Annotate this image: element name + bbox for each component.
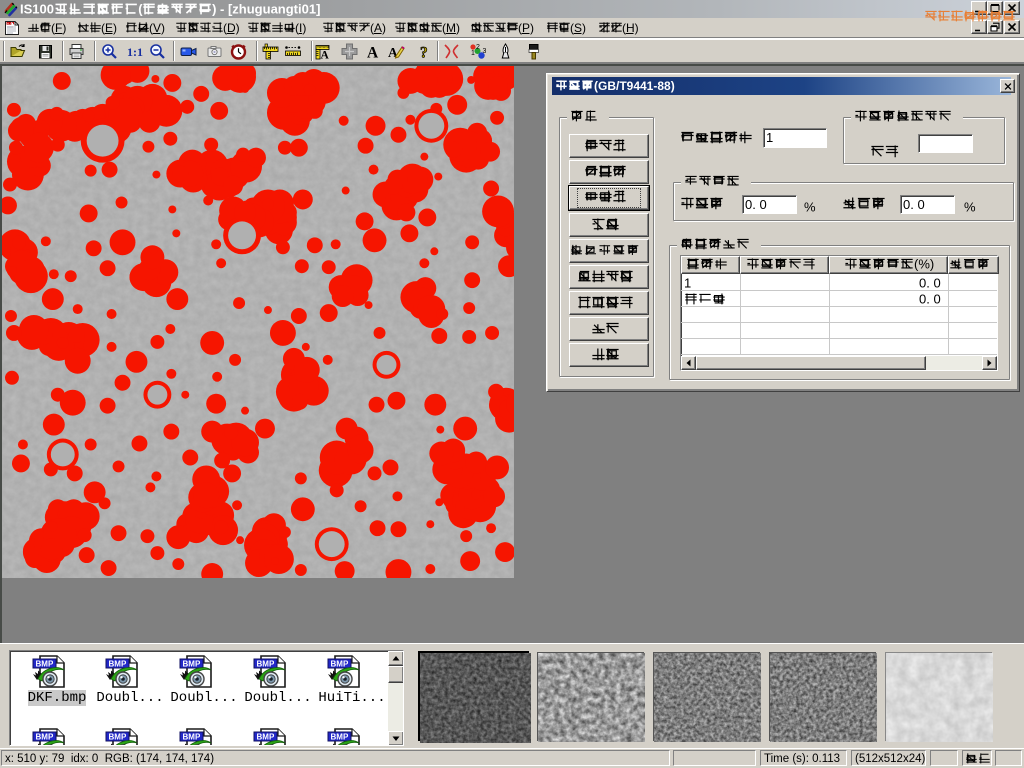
svg-text:1:1: 1:1	[127, 45, 143, 59]
svg-text:BMP: BMP	[183, 733, 201, 742]
svg-text:0. 0: 0. 0	[919, 276, 941, 291]
svg-text:(I): (I)	[295, 21, 306, 35]
svg-text:3: 3	[483, 48, 487, 55]
svg-text:(D): (D)	[223, 21, 240, 35]
svg-text:A: A	[367, 45, 379, 61]
svg-text:BMP: BMP	[331, 660, 349, 669]
svg-text:1: 1	[471, 50, 475, 57]
svg-text:(GB/T9441-88): (GB/T9441-88)	[594, 79, 675, 93]
svg-text:(E): (E)	[101, 21, 117, 35]
svg-text:BMP: BMP	[331, 733, 349, 742]
svg-text:1: 1	[684, 276, 691, 291]
svg-text:(M): (M)	[442, 21, 460, 35]
svg-text:BMP: BMP	[183, 660, 201, 669]
svg-text:) - [zhuguangti01]: ) - [zhuguangti01]	[212, 2, 320, 17]
svg-text:(V): (V)	[149, 21, 165, 35]
svg-text:?: ?	[420, 45, 428, 61]
svg-text:BMP: BMP	[257, 660, 275, 669]
svg-text:BMP: BMP	[36, 733, 54, 742]
svg-text:(%): (%)	[914, 257, 934, 272]
svg-text:BMP: BMP	[257, 733, 275, 742]
svg-text:(F): (F)	[51, 21, 66, 35]
svg-text:(: (	[138, 2, 143, 17]
svg-text:(A): (A)	[370, 21, 386, 35]
svg-text:(P): (P)	[518, 21, 534, 35]
svg-text:%: %	[804, 200, 816, 215]
svg-text:%: %	[964, 200, 976, 215]
svg-text:BMP: BMP	[109, 733, 127, 742]
svg-text:BMP: BMP	[109, 660, 127, 669]
svg-text:A: A	[321, 50, 330, 61]
svg-text:IS100: IS100	[20, 2, 54, 17]
svg-text:BMP: BMP	[36, 660, 54, 669]
svg-text:2: 2	[476, 44, 480, 51]
svg-text:(S): (S)	[570, 21, 586, 35]
svg-text:(H): (H)	[622, 21, 639, 35]
svg-text:0. 0: 0. 0	[919, 292, 941, 307]
